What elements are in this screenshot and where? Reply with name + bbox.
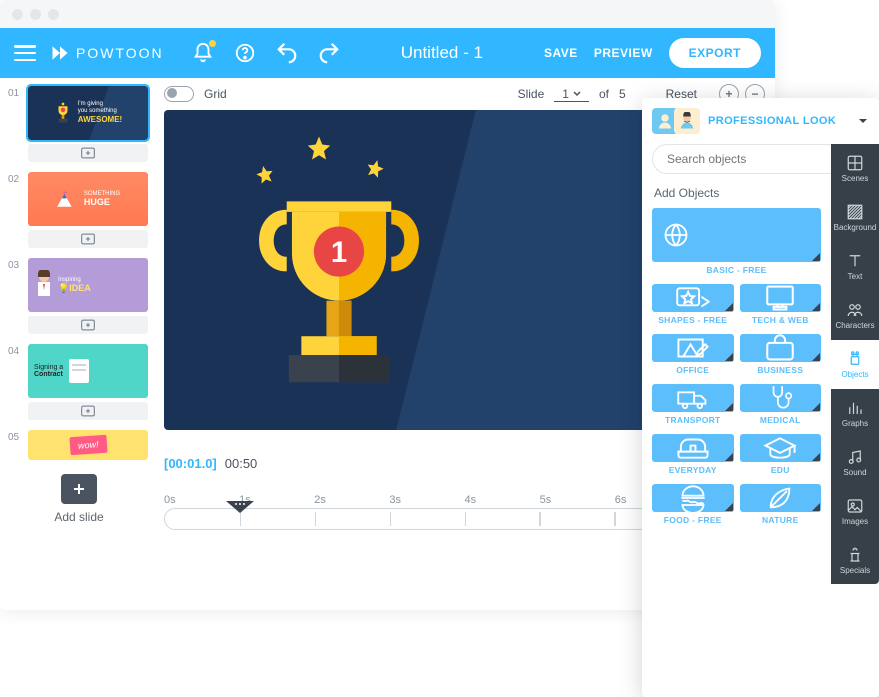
slide-thumb-5[interactable]: wow! [28,430,148,460]
person-icon [34,270,54,300]
add-after-3[interactable] [28,316,148,334]
category-shapes[interactable] [652,284,734,312]
timecode-duration: 00:50 [225,456,258,471]
thumb-2-text: SOMETHINGHUGE [84,191,120,207]
category-office[interactable] [652,334,734,362]
tab-sound[interactable]: Sound [831,438,879,487]
tab-text[interactable]: Text [831,242,879,291]
slide-thumb-4[interactable]: Signing aContract [28,344,148,398]
tab-scenes[interactable]: Scenes [831,144,879,193]
add-after-1[interactable] [28,144,148,162]
menu-icon[interactable] [14,45,36,61]
notifications-icon[interactable] [192,42,214,64]
thumb-number: 03 [8,258,22,312]
save-button[interactable]: SAVE [544,46,578,60]
tab-images[interactable]: Images [831,487,879,536]
add-after-2[interactable] [28,230,148,248]
tab-specials[interactable]: Specials [831,536,879,585]
look-dropdown[interactable]: PROFESSIONAL LOOK [708,115,849,127]
category-tech[interactable] [740,284,822,312]
thumb-number: 01 [8,86,22,140]
timecode-current: [00:01.0] [164,456,217,471]
thumb-number: 05 [8,430,22,460]
traffic-light-max[interactable] [48,9,59,20]
traffic-light-close[interactable] [12,9,23,20]
slide-select[interactable]: 1 [554,87,589,102]
toolbar-actions: SAVE PREVIEW EXPORT [544,38,761,68]
category-food[interactable] [652,484,734,512]
thumb-number: 02 [8,172,22,226]
category-transport[interactable] [652,384,734,412]
thumb-4-text: Signing aContract [34,364,63,378]
trophy-icon: 1 [224,170,454,400]
add-after-4[interactable] [28,402,148,420]
window-chrome [0,0,775,28]
slide-thumbnails: 01 I'm givingyou something AWESOME! [0,78,158,610]
look-avatars[interactable] [652,108,700,134]
thumb-number: 04 [8,344,22,398]
export-button[interactable]: EXPORT [669,38,761,68]
notification-badge [209,40,216,47]
category-basic[interactable] [652,208,821,262]
tab-graphs[interactable]: Graphs [831,389,879,438]
total-slides: 5 [619,87,626,101]
undo-icon[interactable] [276,42,298,64]
topbar: POWTOON Untitled - 1 SAVE PREVIEW EXPORT [0,28,775,78]
chevron-down-icon [573,91,581,97]
of-label: of [599,87,609,101]
category-edu[interactable] [740,434,822,462]
objects-grid: BASIC - FREE SHAPES - FREE TECH & WEB OF… [642,208,831,697]
redo-icon[interactable] [318,42,340,64]
add-slide-label: Add slide [8,510,150,524]
slide-thumb-3[interactable]: Inspiring💡IDEA [28,258,148,312]
category-everyday[interactable] [652,434,734,462]
grid-label: Grid [204,87,227,101]
logo-mark-icon [50,43,70,63]
slide-label: Slide [518,87,545,101]
trophy-icon [54,101,72,125]
thumb-1-text: I'm givingyou something AWESOME! [78,101,122,125]
preview-button[interactable]: PREVIEW [594,46,653,60]
category-nature[interactable] [740,484,822,512]
grid-toggle[interactable] [164,86,194,102]
timeline-playhead[interactable] [226,501,254,505]
traffic-light-min[interactable] [30,9,41,20]
svg-text:1: 1 [331,237,347,269]
help-icon[interactable] [234,42,256,64]
side-tabs: Scenes Background Text Characters Object… [831,144,879,584]
tab-background[interactable]: Background [831,193,879,242]
chevron-down-icon[interactable] [857,116,869,126]
panel-header: PROFESSIONAL LOOK [642,98,879,144]
thumb-3-text: Inspiring💡IDEA [58,277,91,294]
add-slide-button[interactable] [61,474,97,504]
slide-thumb-1[interactable]: I'm givingyou something AWESOME! [28,86,148,140]
logo[interactable]: POWTOON [50,43,164,63]
tab-characters[interactable]: Characters [831,291,879,340]
slide-thumb-2[interactable]: SOMETHINGHUGE [28,172,148,226]
mountain-icon [56,189,80,209]
thumb-5-text: wow! [69,435,107,456]
tab-objects[interactable]: Objects [831,340,879,389]
document-title[interactable]: Untitled - 1 [340,43,544,63]
category-business[interactable] [740,334,822,362]
paper-icon [69,359,89,383]
logo-text: POWTOON [76,45,164,61]
toolbar-icons [192,42,340,64]
category-medical[interactable] [740,384,822,412]
